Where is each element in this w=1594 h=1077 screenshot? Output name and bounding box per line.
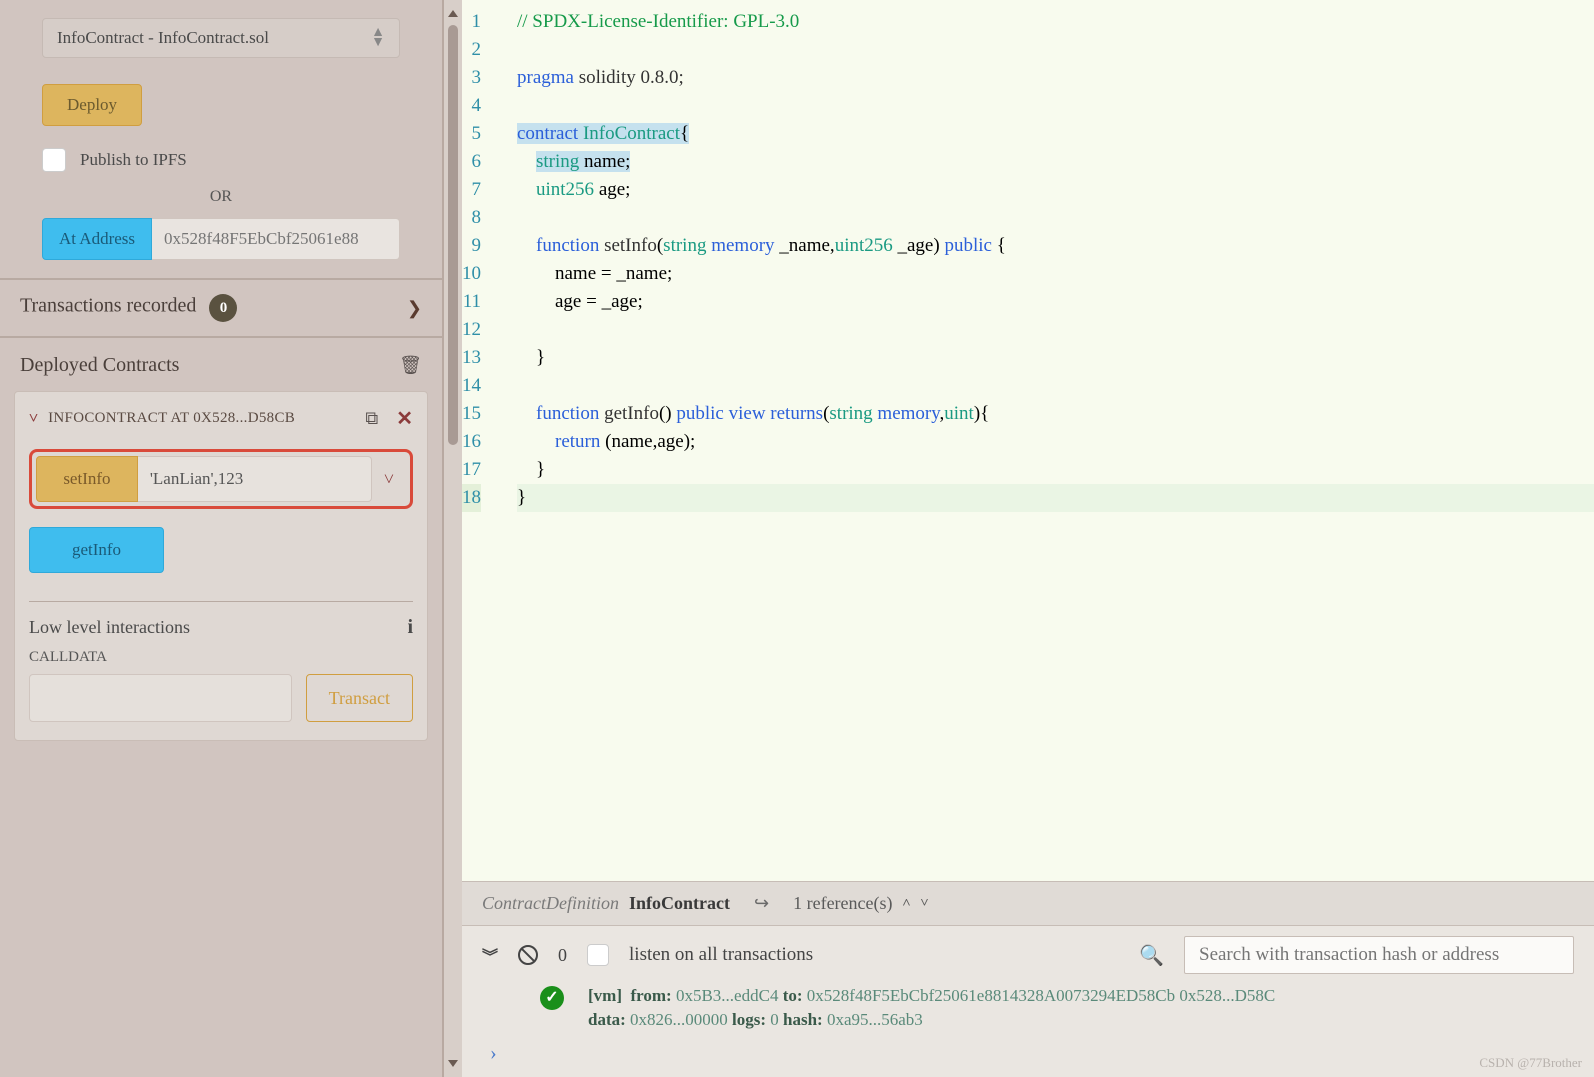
lowlevel-label: Low level interactions bbox=[29, 617, 190, 638]
at-address-button[interactable]: At Address bbox=[42, 218, 152, 260]
success-check-icon: ✓ bbox=[540, 986, 564, 1010]
chevron-right-icon: ❯ bbox=[407, 298, 422, 319]
deployed-contracts-label: Deployed Contracts bbox=[20, 354, 179, 377]
transactions-recorded-bar[interactable]: Transactions recorded 0 ❯ bbox=[0, 278, 442, 338]
updown-icon: ▲▼ bbox=[371, 28, 385, 48]
publish-ipfs-checkbox[interactable] bbox=[42, 148, 66, 172]
setinfo-button[interactable]: setInfo bbox=[36, 456, 138, 502]
deploy-section: InfoContract - InfoContract.sol ▲▼ Deplo… bbox=[0, 0, 442, 278]
transactions-count-badge: 0 bbox=[209, 294, 237, 322]
listen-checkbox[interactable] bbox=[587, 944, 609, 966]
instance-title: INFOCONTRACT AT 0X528...D58CB bbox=[48, 410, 355, 427]
code-editor[interactable]: 123456789101112131415161718 // SPDX-Lice… bbox=[462, 0, 1594, 881]
publish-ipfs-label: Publish to IPFS bbox=[80, 150, 187, 170]
divider bbox=[29, 601, 413, 602]
sb-contract-name: InfoContract bbox=[629, 893, 730, 914]
editor-area: 123456789101112131415161718 // SPDX-Lice… bbox=[462, 0, 1594, 1077]
editor-statusbar: ContractDefinition InfoContract ↪ 1 refe… bbox=[462, 881, 1594, 925]
chevron-down-icon[interactable]: ˅ bbox=[29, 410, 38, 428]
at-address-input[interactable] bbox=[152, 218, 400, 260]
calldata-label: CALLDATA bbox=[29, 649, 413, 666]
close-icon[interactable]: ✕ bbox=[396, 406, 413, 431]
caret-down-icon[interactable]: ˅ bbox=[921, 896, 929, 912]
contract-select[interactable]: InfoContract - InfoContract.sol ▲▼ bbox=[42, 18, 400, 58]
listen-label: listen on all transactions bbox=[629, 944, 813, 966]
search-icon[interactable]: 🔍 bbox=[1139, 943, 1164, 968]
collapse-icon[interactable]: ︾ bbox=[482, 943, 498, 967]
clear-icon[interactable] bbox=[518, 945, 538, 965]
contract-instance-card: ˅ INFOCONTRACT AT 0X528...D58CB ⧉ ✕ setI… bbox=[14, 391, 428, 741]
info-icon[interactable]: i bbox=[407, 616, 413, 639]
sb-references[interactable]: 1 reference(s) bbox=[793, 893, 892, 914]
tx-log-row[interactable]: ✓ [vm] from: 0x5B3...eddC4 to: 0x528f48F… bbox=[482, 984, 1574, 1032]
terminal-prompt-icon[interactable]: › bbox=[482, 1042, 1574, 1065]
trash-icon[interactable]: 🗑 bbox=[399, 355, 422, 376]
pending-count: 0 bbox=[558, 945, 567, 966]
scroll-down-arrow-icon[interactable] bbox=[448, 1060, 458, 1067]
watermark: CSDN @77Brother bbox=[1479, 1055, 1582, 1071]
panel-scrollbar[interactable] bbox=[444, 0, 462, 1077]
caret-up-icon[interactable]: ˄ bbox=[903, 896, 911, 912]
share-icon[interactable]: ↪ bbox=[754, 893, 769, 914]
tx-search-input[interactable] bbox=[1184, 936, 1574, 974]
setinfo-input[interactable] bbox=[138, 456, 372, 502]
deployed-contracts-header: Deployed Contracts 🗑 bbox=[0, 338, 442, 385]
calldata-input[interactable] bbox=[29, 674, 292, 722]
deploy-panel: InfoContract - InfoContract.sol ▲▼ Deplo… bbox=[0, 0, 444, 1077]
scroll-up-arrow-icon[interactable] bbox=[448, 10, 458, 17]
expand-args-icon[interactable]: ˅ bbox=[372, 456, 406, 502]
sb-contractdef: ContractDefinition bbox=[482, 893, 619, 914]
code-body[interactable]: // SPDX-License-Identifier: GPL-3.0 prag… bbox=[497, 0, 1594, 881]
or-label: OR bbox=[42, 188, 400, 206]
deploy-button[interactable]: Deploy bbox=[42, 84, 142, 126]
copy-icon[interactable]: ⧉ bbox=[365, 408, 378, 429]
tx-log-body: [vm] from: 0x5B3...eddC4 to: 0x528f48F5E… bbox=[588, 984, 1275, 1032]
setinfo-row: setInfo ˅ bbox=[29, 449, 413, 509]
terminal: ︾ 0 listen on all transactions 🔍 ✓ [vm] … bbox=[462, 925, 1594, 1077]
getinfo-button[interactable]: getInfo bbox=[29, 527, 164, 573]
line-gutter: 123456789101112131415161718 bbox=[462, 0, 497, 881]
transact-button[interactable]: Transact bbox=[306, 674, 413, 722]
transactions-recorded-label: Transactions recorded bbox=[20, 295, 196, 317]
getinfo-row: getInfo bbox=[29, 527, 413, 573]
contract-select-label: InfoContract - InfoContract.sol bbox=[57, 28, 269, 48]
